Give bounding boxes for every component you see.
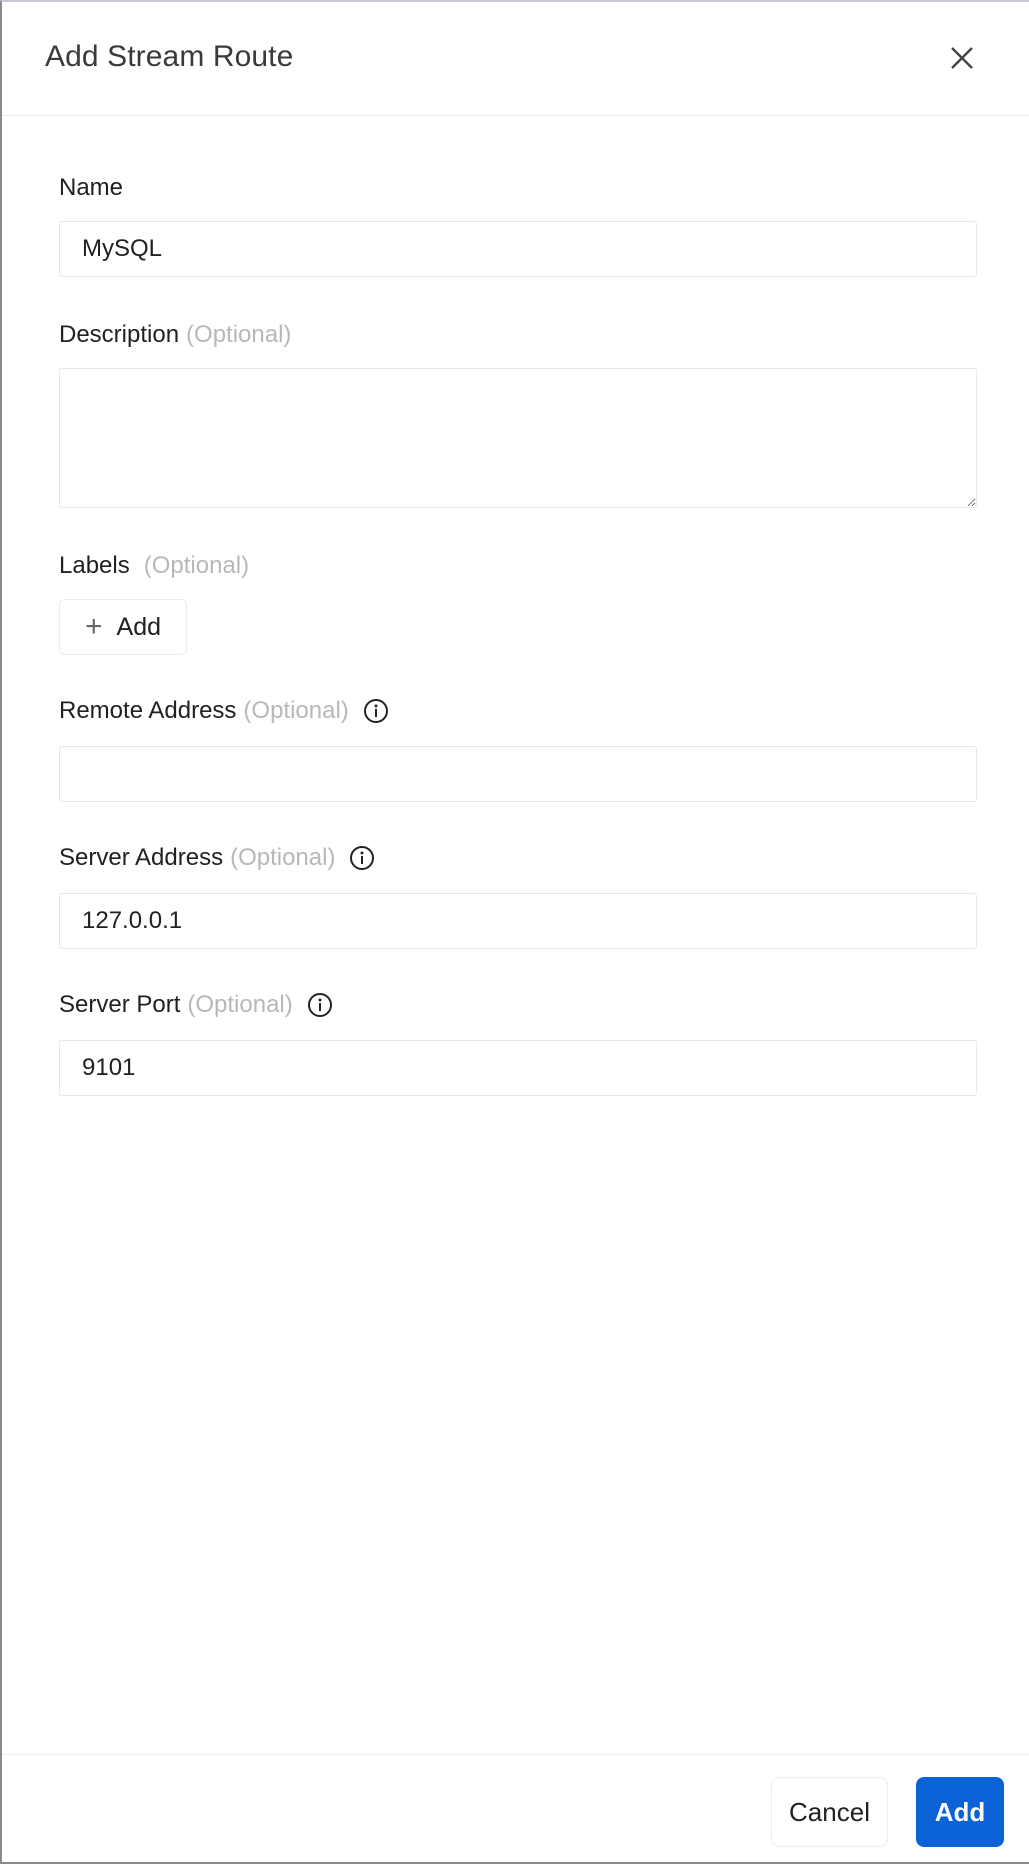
close-icon: [951, 47, 973, 69]
close-button[interactable]: [946, 42, 978, 74]
name-label: Name: [59, 174, 977, 202]
name-input[interactable]: [59, 221, 977, 277]
description-textarea[interactable]: [59, 368, 977, 508]
description-label: Description (Optional): [59, 321, 977, 349]
cancel-button[interactable]: Cancel: [771, 1777, 888, 1847]
server-address-label: Server Address (Optional): [59, 844, 977, 872]
name-label-text: Name: [59, 174, 124, 201]
optional-hint: (Optional): [243, 697, 349, 724]
optional-hint: (Optional): [230, 844, 336, 871]
server-port-field-group: Server Port (Optional): [59, 991, 977, 1019]
optional-hint: (Optional): [143, 552, 250, 579]
remote-address-label-text: Remote Address: [59, 697, 237, 724]
info-icon[interactable]: [363, 698, 389, 724]
labels-label-text: Labels: [59, 552, 130, 579]
add-button[interactable]: Add: [916, 1777, 1004, 1847]
server-port-label: Server Port (Optional): [59, 991, 977, 1019]
server-port-label-text: Server Port: [59, 991, 181, 1018]
remote-address-input[interactable]: [59, 746, 977, 802]
labels-label: Labels (Optional): [59, 552, 977, 580]
info-icon[interactable]: [307, 992, 333, 1018]
remote-address-label: Remote Address (Optional): [59, 697, 977, 725]
name-field-group: Name: [59, 174, 977, 202]
remote-address-field-group: Remote Address (Optional): [59, 697, 977, 725]
server-address-input[interactable]: [59, 893, 977, 949]
optional-hint: (Optional): [186, 321, 292, 348]
server-address-field-group: Server Address (Optional): [59, 844, 977, 872]
server-address-label-text: Server Address: [59, 844, 224, 871]
drawer-header: Add Stream Route: [2, 2, 1029, 116]
description-label-text: Description: [59, 321, 180, 348]
server-port-input[interactable]: [59, 1040, 977, 1096]
add-stream-route-drawer: Add Stream Route Name Description (Optio…: [0, 0, 1029, 1864]
plus-icon: +: [84, 610, 103, 643]
info-icon[interactable]: [349, 845, 375, 871]
drawer-title: Add Stream Route: [45, 40, 294, 73]
drawer-footer: Cancel Add: [2, 1754, 1029, 1862]
optional-hint: (Optional): [187, 991, 293, 1018]
add-label-button-text: Add: [116, 612, 161, 641]
description-field-group: Description (Optional): [59, 321, 977, 349]
labels-field-group: Labels (Optional): [59, 552, 977, 580]
add-label-button[interactable]: + Add: [59, 599, 187, 655]
